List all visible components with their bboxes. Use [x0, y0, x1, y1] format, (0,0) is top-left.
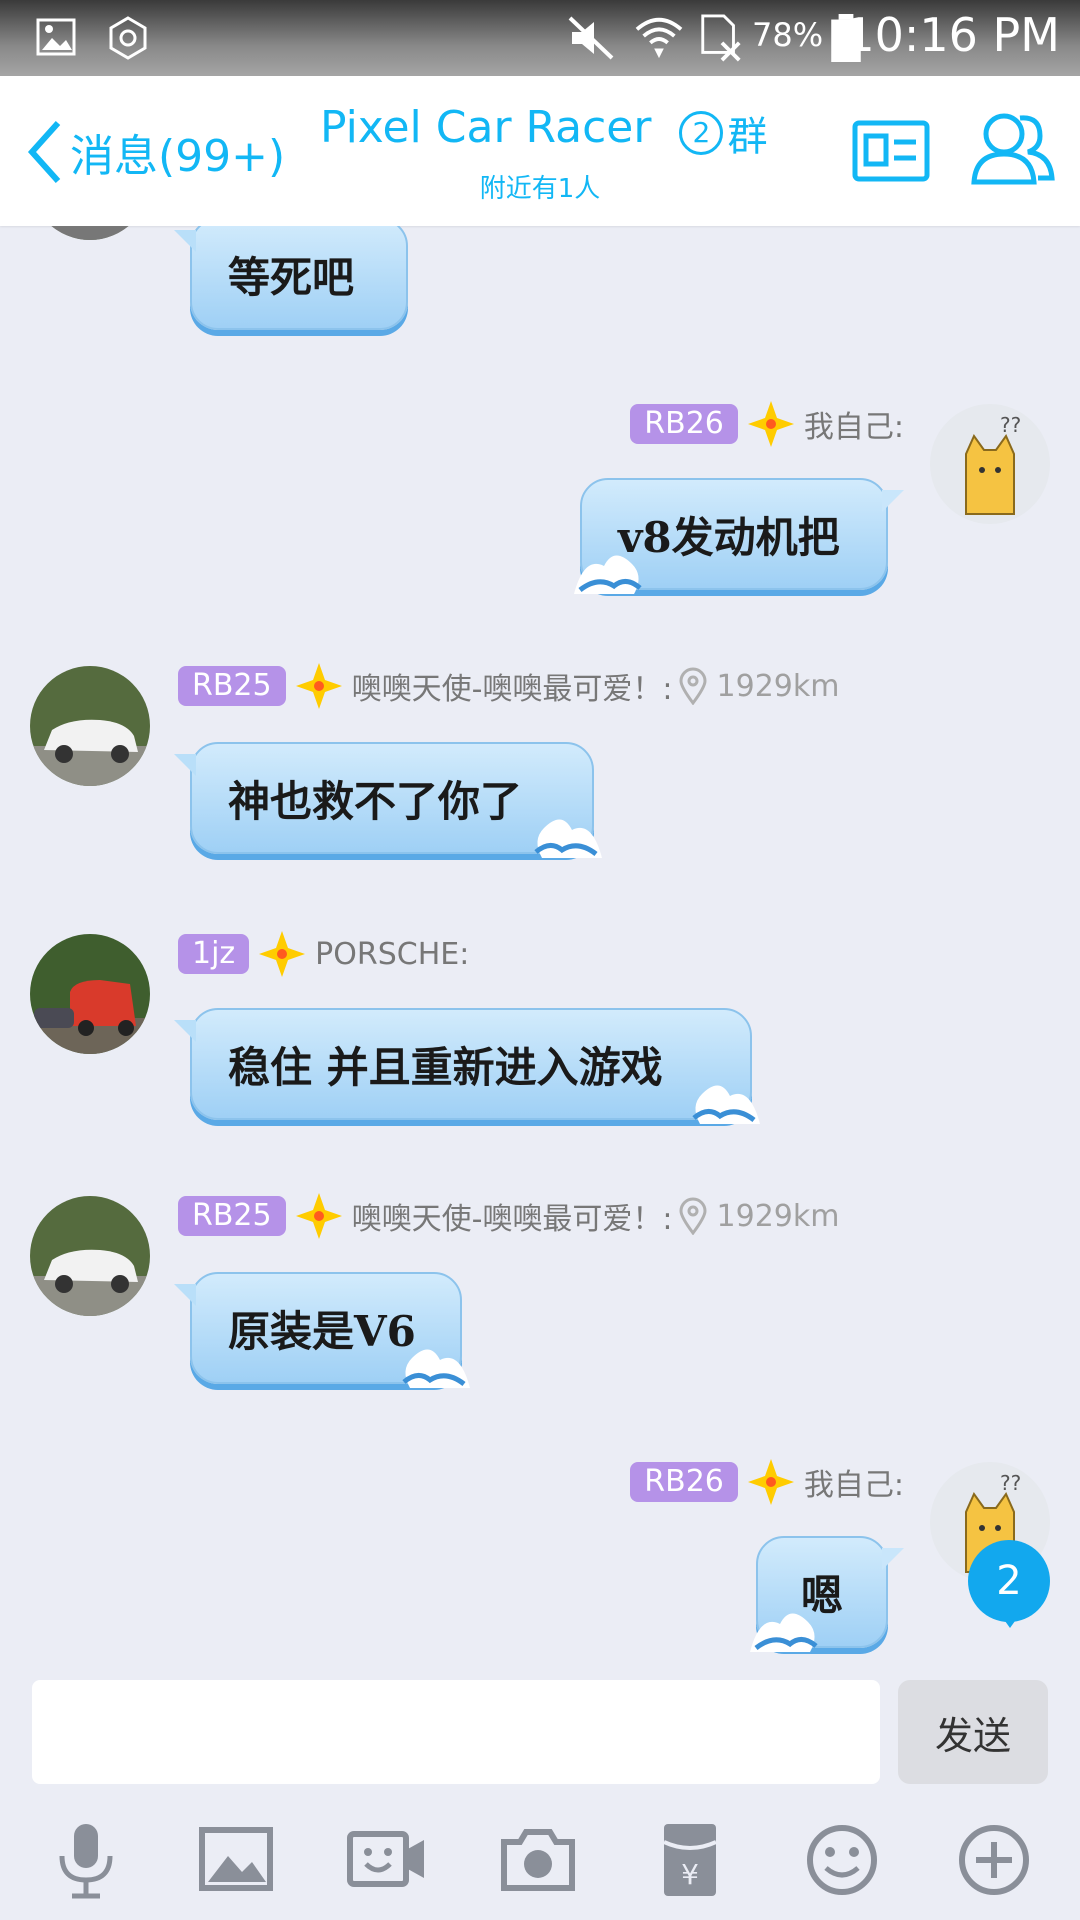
- status-bar: 78% 10:16 PM: [0, 0, 1080, 76]
- group-suffix: 2 群: [679, 104, 767, 162]
- message-bubble[interactable]: 稳住 并且重新进入游戏: [174, 1008, 760, 1124]
- location-pin-icon: [679, 667, 707, 705]
- group-title: Pixel Car Racer: [320, 102, 652, 153]
- message-text: 原装是V6: [228, 1306, 416, 1356]
- avatar[interactable]: [30, 226, 150, 240]
- badge-tail: [1000, 1614, 1020, 1628]
- video-call-icon[interactable]: [346, 1820, 426, 1900]
- wifi-icon: [635, 17, 683, 59]
- new-messages-badge[interactable]: 2: [968, 1540, 1050, 1622]
- group-number: 2: [679, 111, 724, 155]
- input-toolbar: ¥: [0, 1794, 1080, 1920]
- avatar[interactable]: [30, 1196, 150, 1316]
- member-title-tag: RB26: [630, 1462, 738, 1502]
- group-title-block[interactable]: Pixel Car Racer 2 群 附近有1人: [320, 102, 767, 205]
- sender-line: 1jz PORSCHE:: [178, 931, 470, 977]
- svg-text:??: ??: [1000, 413, 1021, 437]
- mute-icon: [568, 16, 614, 60]
- sender-line: RB26 我自己:: [630, 1459, 904, 1505]
- image-icon[interactable]: [196, 1820, 276, 1900]
- sender-name: 噢噢天使-噢噢最可爱！:: [351, 672, 673, 707]
- distance-text: 1929km: [716, 1198, 840, 1234]
- plus-icon[interactable]: [954, 1820, 1034, 1900]
- message-text: v8发动机把: [618, 512, 840, 562]
- no-sim-icon: [701, 14, 741, 62]
- message-bubble[interactable]: 嗯: [750, 1536, 904, 1652]
- chat-history[interactable]: 等死吧 RB26 我自己: ?? v8发动机把 RB25 噢噢天使-噢噢最可爱！…: [0, 226, 1080, 1666]
- wave-decoration: [692, 1085, 760, 1124]
- message-text: 神也救不了你了: [228, 776, 523, 826]
- group-title-row: Pixel Car Racer 2 群: [320, 102, 767, 162]
- wave-decoration: [574, 555, 642, 594]
- star-badge-icon: [295, 1193, 342, 1239]
- microphone-icon[interactable]: [46, 1820, 126, 1900]
- location-pin-icon: [679, 1197, 707, 1235]
- message-bubble[interactable]: 等死吧: [174, 226, 408, 330]
- star-badge-icon: [747, 401, 794, 447]
- clock: 10:16 PM: [845, 8, 1060, 62]
- camera-icon[interactable]: [498, 1820, 578, 1900]
- message-text: 稳住 并且重新进入游戏: [228, 1042, 663, 1092]
- sender-line: RB25 噢噢天使-噢噢最可爱！: 1929km: [178, 663, 840, 709]
- sender-name: 噢噢天使-噢噢最可爱！:: [351, 1202, 673, 1237]
- red-packet-icon[interactable]: ¥: [650, 1820, 730, 1900]
- member-title-tag: RB26: [630, 404, 738, 444]
- message-text: 等死吧: [228, 252, 355, 302]
- my-avatar[interactable]: ??: [930, 404, 1050, 524]
- input-bar: 发送: [0, 1666, 1080, 1794]
- sender-line: RB26 我自己:: [630, 401, 904, 447]
- battery-percent: 78%: [752, 16, 824, 54]
- distance-text: 1929km: [716, 668, 840, 704]
- member-title-tag: RB25: [178, 1196, 286, 1236]
- group-members-icon[interactable]: [970, 108, 1056, 188]
- location-distance: 1929km: [679, 667, 840, 705]
- message-bubble[interactable]: v8发动机把: [574, 478, 904, 594]
- group-subtitle: 附近有1人: [479, 174, 601, 204]
- message-bubble[interactable]: 原装是V6: [174, 1272, 470, 1388]
- message-input[interactable]: [32, 1680, 880, 1784]
- back-label: 消息(99+): [70, 131, 286, 182]
- chat-header: 消息(99+) Pixel Car Racer 2 群 附近有1人: [0, 76, 1080, 226]
- group-card-icon[interactable]: [852, 120, 930, 182]
- settings-notification-icon: [109, 16, 147, 60]
- member-title-tag: RB25: [178, 666, 286, 706]
- gallery-notification-icon: [36, 18, 76, 56]
- location-distance: 1929km: [679, 1197, 840, 1235]
- star-badge-icon: [259, 931, 306, 977]
- sender-name: 我自己:: [803, 410, 904, 445]
- avatar[interactable]: [30, 934, 150, 1054]
- star-badge-icon: [295, 663, 342, 709]
- sender-name: PORSCHE:: [315, 936, 470, 972]
- svg-text:¥: ¥: [681, 1858, 699, 1891]
- emoji-icon[interactable]: [802, 1820, 882, 1900]
- wave-decoration: [402, 1349, 470, 1388]
- sender-name: 我自己:: [803, 1468, 904, 1503]
- chevron-left-icon: [27, 120, 61, 184]
- sender-line: RB25 噢噢天使-噢噢最可爱！: 1929km: [178, 1193, 840, 1239]
- send-button[interactable]: 发送: [898, 1680, 1048, 1784]
- group-label: 群: [727, 114, 768, 160]
- message-bubble[interactable]: 神也救不了你了: [174, 742, 602, 858]
- wave-decoration: [750, 1613, 818, 1652]
- member-title-tag: 1jz: [178, 934, 250, 974]
- avatar[interactable]: [30, 666, 150, 786]
- star-badge-icon: [747, 1459, 794, 1505]
- wave-decoration: [534, 819, 602, 858]
- back-button[interactable]: 消息(99+): [24, 112, 285, 192]
- svg-text:??: ??: [1000, 1471, 1021, 1495]
